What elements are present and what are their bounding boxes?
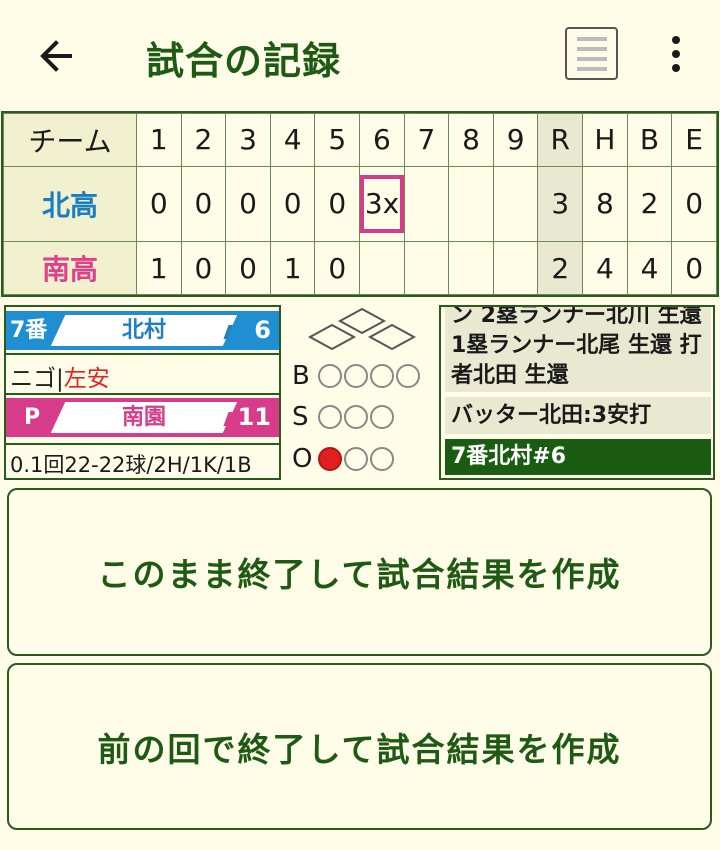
hits-total: 4 bbox=[582, 241, 628, 295]
ball-count: B bbox=[292, 361, 422, 391]
strike-dot bbox=[370, 405, 394, 429]
hits-total: 8 bbox=[582, 165, 628, 243]
out-dot bbox=[370, 447, 394, 471]
pitcher-label: P bbox=[24, 405, 41, 430]
inning-score[interactable] bbox=[492, 165, 539, 243]
inning-score[interactable]: 0 bbox=[314, 165, 361, 243]
list-button[interactable] bbox=[565, 27, 618, 80]
current-result: 左安 bbox=[63, 366, 110, 392]
out-count: O bbox=[292, 444, 396, 474]
pitcher-stats: 0.1回22-22球/2H/1K/1B bbox=[10, 453, 252, 477]
app-header: 試合の記録 bbox=[0, 0, 720, 108]
scoreboard: チーム 1 2 3 4 5 6 7 8 9 R H B E 北高 0 0 0 0… bbox=[1, 111, 719, 297]
play-log[interactable]: ン 2塁ランナー北川 生還 1塁ランナー北尾 生還 打者北田 生還 バッター北田… bbox=[439, 305, 715, 480]
pitcher-number: 11 bbox=[237, 403, 271, 431]
inning-score[interactable]: 0 bbox=[180, 165, 227, 243]
out-dot bbox=[318, 447, 342, 471]
more-vertical-icon bbox=[672, 36, 680, 44]
arrow-left-icon bbox=[40, 40, 72, 72]
runs-total: 3 bbox=[537, 165, 584, 243]
inning-score[interactable] bbox=[448, 241, 494, 295]
inning-header: 5 bbox=[314, 113, 361, 167]
inning-header: 8 bbox=[448, 113, 494, 167]
back-button[interactable] bbox=[28, 28, 84, 84]
inning-score[interactable]: 0 bbox=[225, 165, 271, 243]
hits-header: H bbox=[582, 113, 628, 167]
ball-dot bbox=[396, 364, 420, 388]
inning-score[interactable]: 0 bbox=[314, 241, 361, 295]
pitcher-name: 南園 bbox=[121, 405, 166, 430]
balls-total: 4 bbox=[626, 241, 673, 295]
inning-score[interactable] bbox=[359, 241, 405, 295]
inning-header: 3 bbox=[225, 113, 271, 167]
team-name-south[interactable]: 南高 bbox=[3, 241, 137, 295]
inning-score[interactable]: 0 bbox=[269, 165, 316, 243]
batter-number: 6 bbox=[254, 316, 271, 344]
inning-score[interactable]: 0 bbox=[225, 241, 271, 295]
batter-bar[interactable]: 7番 北村 6 bbox=[6, 311, 279, 350]
list-icon bbox=[576, 36, 607, 41]
ball-dot bbox=[344, 364, 368, 388]
more-menu-button[interactable] bbox=[656, 30, 696, 78]
inning-score[interactable]: 0 bbox=[136, 165, 182, 243]
inning-score[interactable]: 1 bbox=[269, 241, 316, 295]
inning-score[interactable] bbox=[403, 165, 450, 243]
errors-header: E bbox=[671, 113, 717, 167]
pitcher-bar[interactable]: P 南園 11 bbox=[6, 398, 279, 437]
errors-total: 0 bbox=[671, 165, 717, 243]
end-now-button[interactable]: このまま終了して試合結果を作成 bbox=[7, 488, 712, 656]
inning-header: 2 bbox=[180, 113, 227, 167]
batter-results: ニゴ|左安 bbox=[10, 366, 110, 392]
bases-diamond-icon[interactable] bbox=[292, 307, 432, 359]
strike-dot bbox=[344, 405, 368, 429]
inning-header: 7 bbox=[403, 113, 450, 167]
log-item-current[interactable]: 7番北村#6 bbox=[445, 439, 711, 475]
out-dot bbox=[344, 447, 368, 471]
runs-header: R bbox=[537, 113, 584, 167]
inning-score[interactable] bbox=[403, 241, 450, 295]
inning-header: 9 bbox=[492, 113, 539, 167]
inning-header: 6 bbox=[359, 113, 405, 167]
log-item[interactable]: ン 2塁ランナー北川 生還 1塁ランナー北尾 生還 打者北田 生還 bbox=[445, 307, 711, 392]
table-row: 北高 0 0 0 0 0 3x 3 8 2 0 bbox=[3, 165, 717, 243]
current-inning-score[interactable]: 3x bbox=[359, 165, 405, 243]
table-row: 南高 1 0 0 1 0 2 4 4 0 bbox=[3, 241, 717, 295]
log-item[interactable]: バッター北田:3安打 bbox=[445, 397, 711, 434]
team-name-north[interactable]: 北高 bbox=[3, 165, 137, 243]
batter-name: 北村 bbox=[121, 318, 166, 343]
page-title: 試合の記録 bbox=[146, 39, 342, 83]
batting-order: 7番 bbox=[10, 318, 48, 343]
inning-header: 1 bbox=[136, 113, 182, 167]
inning-score[interactable]: 1 bbox=[136, 241, 182, 295]
errors-total: 0 bbox=[671, 241, 717, 295]
count-panel: B S O bbox=[286, 305, 434, 480]
strike-count: S bbox=[292, 402, 396, 432]
ball-dot bbox=[370, 364, 394, 388]
strike-dot bbox=[318, 405, 342, 429]
inning-score[interactable] bbox=[448, 165, 494, 243]
runs-total: 2 bbox=[537, 241, 584, 295]
end-previous-inning-button[interactable]: 前の回で終了して試合結果を作成 bbox=[7, 663, 712, 830]
inning-header: 4 bbox=[269, 113, 316, 167]
team-column-header: チーム bbox=[3, 113, 137, 167]
inning-score[interactable] bbox=[492, 241, 539, 295]
inning-score[interactable]: 0 bbox=[180, 241, 227, 295]
balls-total: 2 bbox=[626, 165, 673, 243]
batter-pitcher-panel: 7番 北村 6 ニゴ|左安 P 南園 11 0.1回22-22球/2H/1K/1… bbox=[4, 305, 281, 480]
ball-dot bbox=[318, 364, 342, 388]
balls-header: B bbox=[626, 113, 673, 167]
